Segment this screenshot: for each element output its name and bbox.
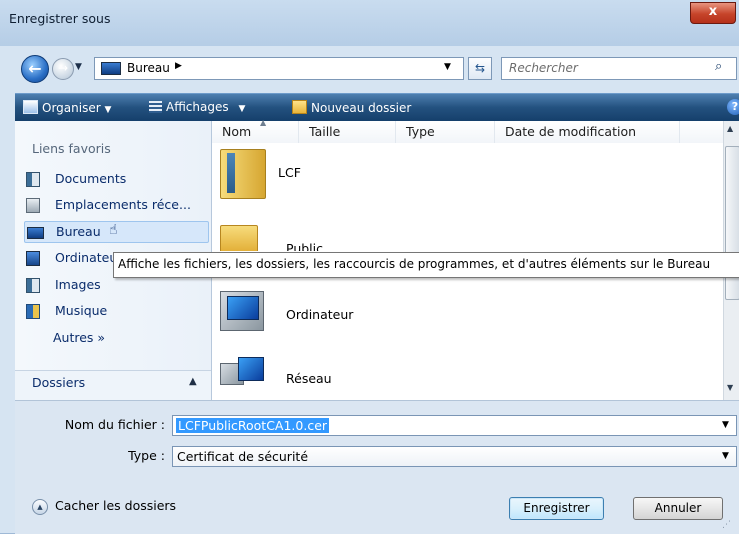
new-folder-button[interactable]: Nouveau dossier	[292, 100, 411, 115]
list-item-ordinateur[interactable]: Ordinateur	[220, 291, 380, 335]
type-value: Certificat de sécurité	[177, 449, 309, 464]
organize-icon	[23, 100, 38, 114]
desktop-icon	[27, 227, 44, 239]
refresh-icon[interactable]: ⇆	[468, 57, 492, 80]
sort-ascending-icon: ▲	[260, 118, 267, 127]
chevron-down-icon[interactable]: ▼	[722, 420, 729, 430]
breadcrumb-separator[interactable]: ▶	[175, 61, 182, 71]
address-dropdown-icon[interactable]: ▼	[444, 62, 451, 72]
documents-icon	[26, 172, 40, 187]
computer-icon	[220, 291, 264, 331]
column-header-nom[interactable]: Nom ▲	[212, 118, 299, 143]
filename-field[interactable]: LCFPublicRootCA1.0.cer ▼	[172, 415, 737, 436]
sidebar-item-recent-places[interactable]: Emplacements réce...	[24, 195, 207, 215]
column-header-type[interactable]: Type	[396, 121, 495, 143]
close-button[interactable]: x	[690, 2, 736, 24]
sidebar-item-bureau[interactable]: Bureau ☝	[24, 221, 209, 243]
type-label: Type :	[128, 448, 165, 463]
scroll-down-icon[interactable]: ▼	[727, 383, 733, 392]
save-button[interactable]: Enregistrer	[509, 497, 604, 520]
list-item-reseau[interactable]: Réseau	[220, 357, 380, 393]
command-bar: Organiser ▼ Affichages ▼ Nouveau dossier…	[15, 93, 739, 121]
resize-grip-icon[interactable]: ⋰	[722, 520, 731, 530]
list-item-public[interactable]: Public	[220, 225, 340, 251]
sidebar-item-musique[interactable]: Musique	[24, 301, 207, 321]
chevron-up-icon[interactable]: ▲	[189, 376, 197, 387]
column-header-taille[interactable]: Taille	[299, 121, 396, 143]
sidebar-item-documents[interactable]: Documents	[24, 169, 207, 189]
filename-label: Nom du fichier :	[64, 417, 165, 432]
folder-icon	[220, 225, 258, 251]
hand-cursor-icon: ☝	[109, 222, 118, 238]
column-header-filler	[680, 121, 723, 143]
filename-value[interactable]: LCFPublicRootCA1.0.cer	[176, 418, 330, 433]
address-bar[interactable]: Bureau ▶ ▼	[94, 57, 464, 80]
search-placeholder: Rechercher	[509, 61, 578, 75]
type-select[interactable]: Certificat de sécurité ▼	[172, 446, 737, 467]
title-bar[interactable]: Enregistrer sous x	[0, 0, 739, 46]
save-as-dialog: Enregistrer sous x ← → ▼ Bureau ▶ ▼ ⇆ Re…	[0, 0, 739, 534]
column-header-date[interactable]: Date de modification	[495, 121, 680, 143]
desktop-icon	[101, 62, 121, 75]
recent-pages-dropdown[interactable]: ▼	[75, 62, 82, 72]
views-button[interactable]: Affichages ▼	[149, 100, 245, 114]
more-links-button[interactable]: Autres »	[53, 330, 105, 345]
chevron-down-icon: ▼	[238, 104, 246, 114]
sidebar-item-images[interactable]: Images	[24, 275, 207, 295]
list-item-lcf[interactable]: LCF	[220, 149, 340, 201]
chevron-down-icon[interactable]: ▼	[722, 451, 729, 461]
window-title: Enregistrer sous	[9, 11, 111, 26]
back-arrow-icon[interactable]: ←	[21, 55, 49, 83]
forward-arrow-icon[interactable]: →	[52, 58, 74, 80]
pictures-icon	[26, 278, 40, 293]
folders-label: Dossiers	[32, 375, 86, 390]
folder-icon	[220, 149, 266, 199]
recent-places-icon	[26, 198, 40, 213]
tooltip: Affiche les fichiers, les dossiers, les …	[113, 252, 739, 278]
search-icon[interactable]: ⌕	[715, 59, 722, 74]
hide-folders-label: Cacher les dossiers	[55, 498, 177, 513]
network-icon	[220, 357, 264, 387]
chevron-up-icon: ▲	[32, 499, 48, 515]
breadcrumb-bureau[interactable]: Bureau	[127, 61, 170, 75]
folders-toggle[interactable]: Dossiers ▲	[15, 370, 211, 401]
new-folder-icon	[292, 100, 307, 114]
favorites-header: Liens favoris	[32, 141, 111, 156]
search-input[interactable]: Rechercher ⌕	[501, 57, 737, 80]
computer-icon	[26, 251, 40, 266]
music-icon	[26, 304, 40, 319]
views-icon	[149, 101, 162, 113]
chevron-down-icon: ▼	[104, 105, 112, 115]
save-form: Nom du fichier : LCFPublicRootCA1.0.cer …	[15, 400, 739, 534]
scroll-up-icon[interactable]: ▲	[727, 124, 733, 133]
organize-button[interactable]: Organiser ▼	[23, 100, 111, 115]
cancel-button[interactable]: Annuler	[633, 497, 723, 520]
help-icon[interactable]: ?	[727, 99, 739, 115]
